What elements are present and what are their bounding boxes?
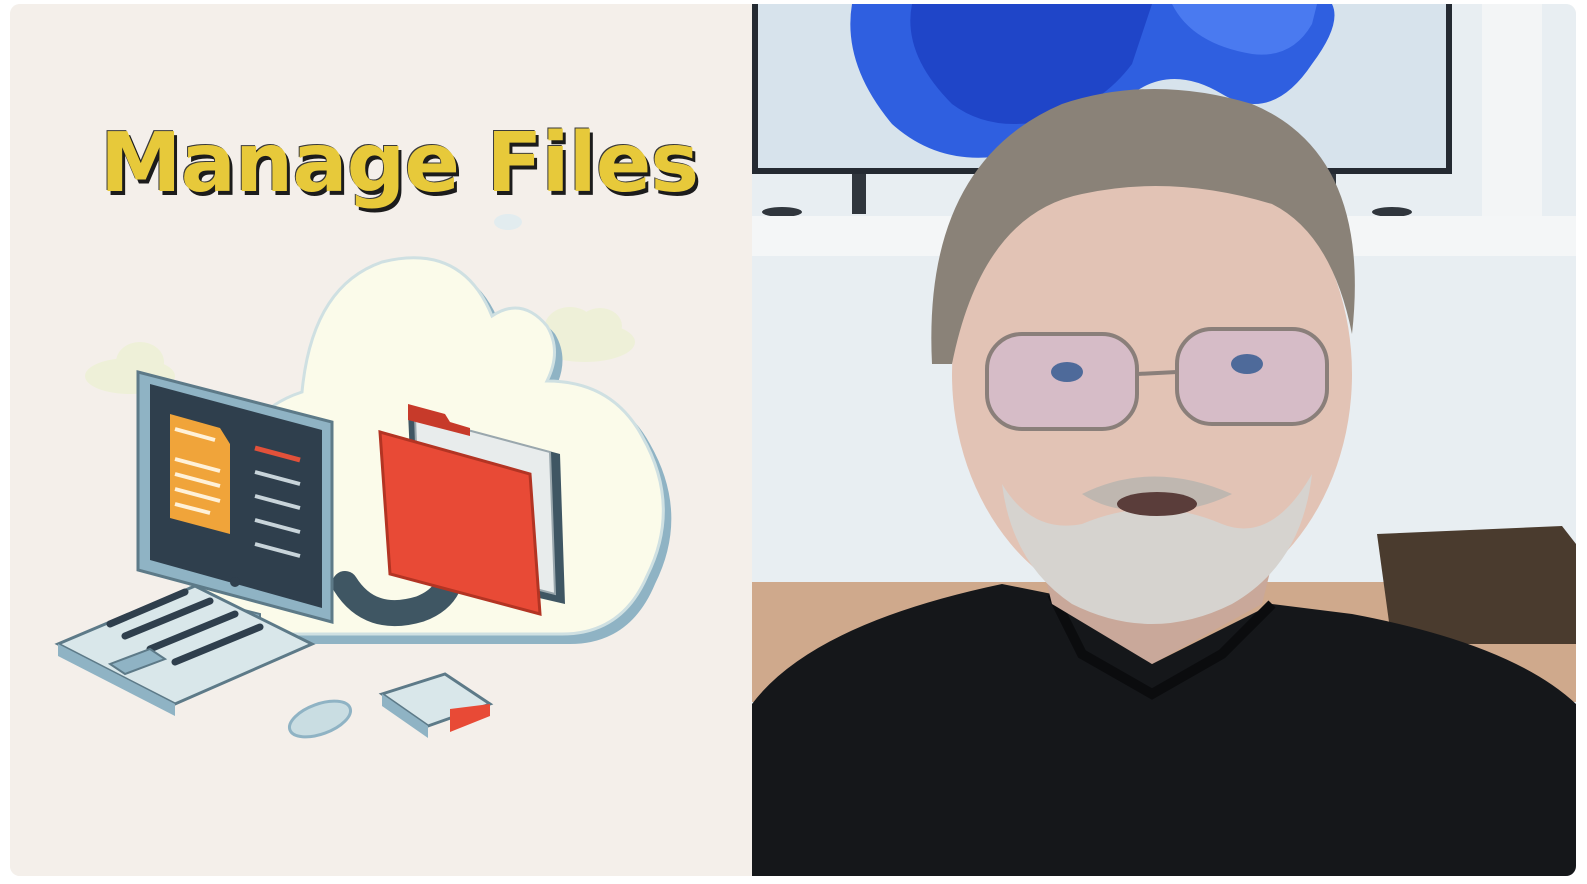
presenter-image	[752, 4, 1576, 876]
tiny-cloud-icon	[494, 214, 522, 230]
document-icon	[170, 414, 230, 534]
mouse-icon	[287, 699, 353, 739]
graphic-panel: Manage Files	[10, 4, 752, 876]
video-thumbnail[interactable]: Manage Files	[10, 4, 1576, 876]
presenter-video[interactable]	[752, 4, 1576, 876]
page-title: Manage Files	[100, 116, 699, 211]
usb-drive-icon	[378, 672, 494, 738]
